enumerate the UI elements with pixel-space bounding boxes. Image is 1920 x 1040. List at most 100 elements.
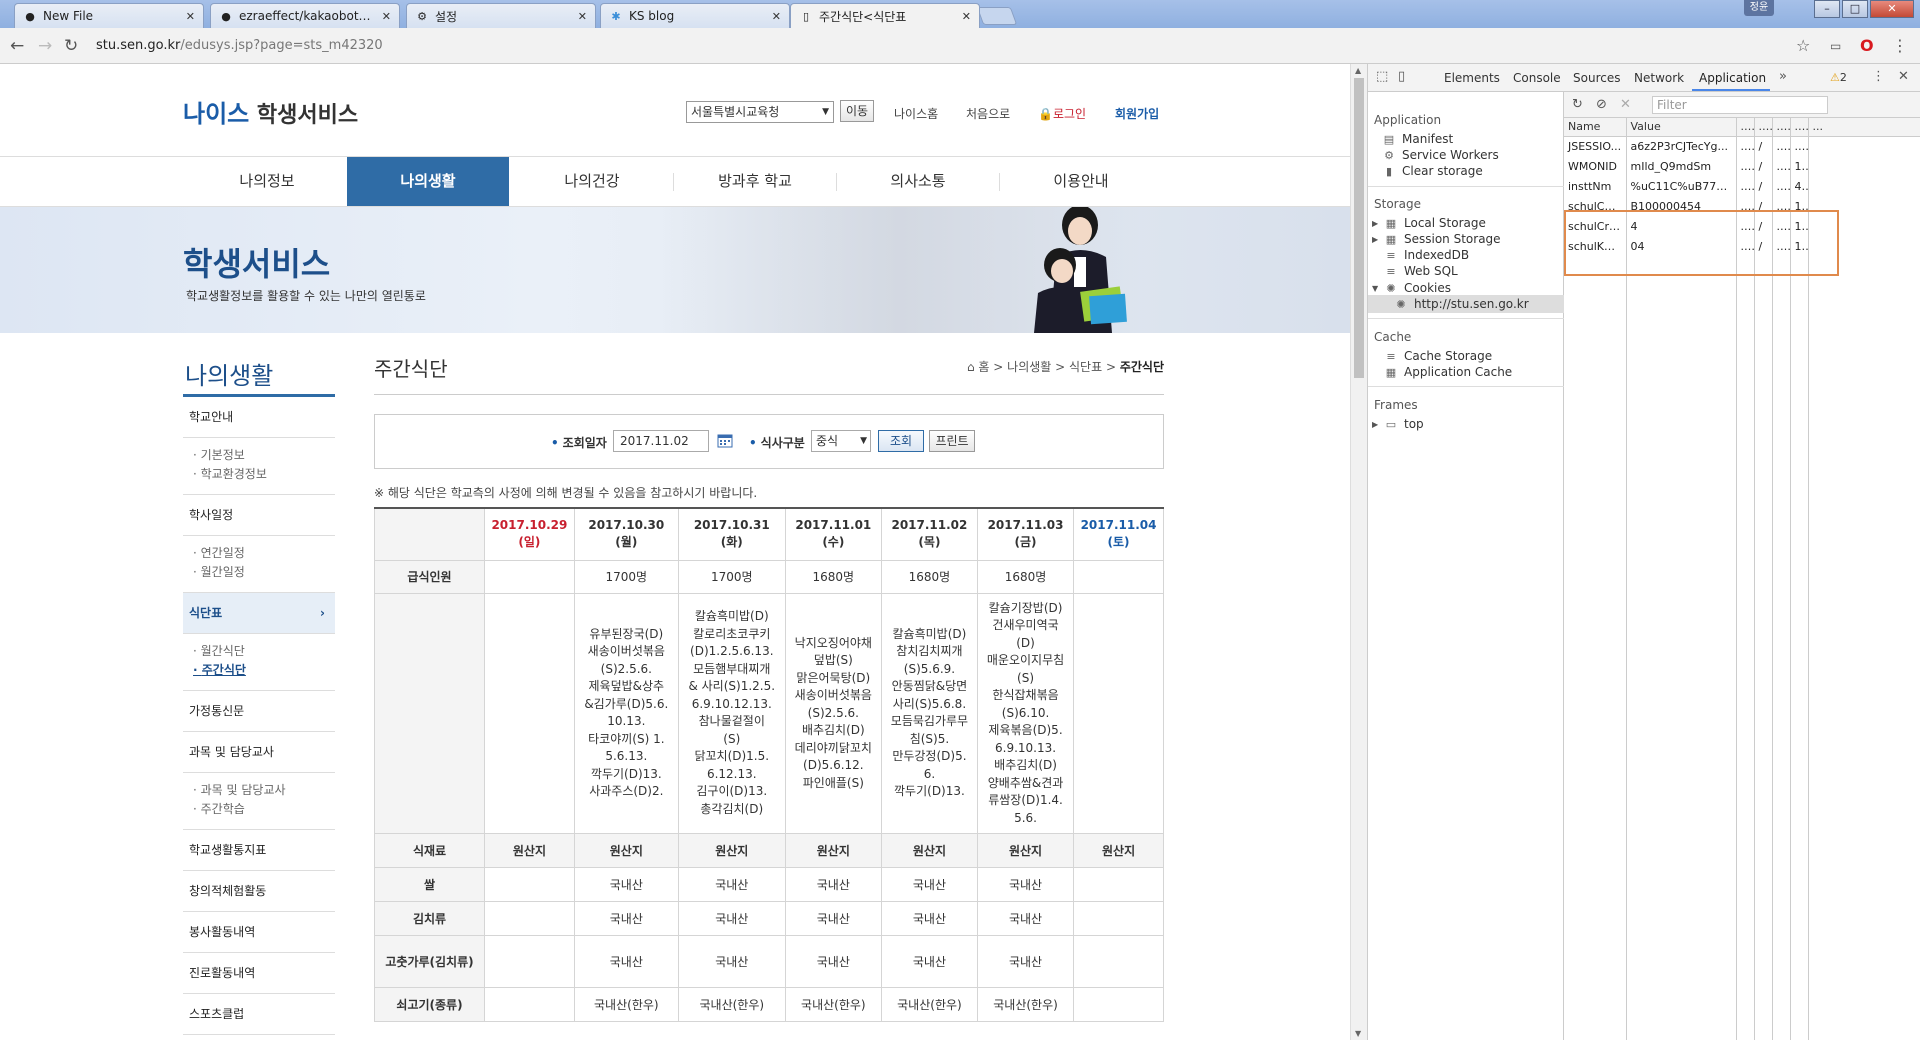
table-row[interactable]: WMONID mIld_Q9mdSm... /... 17 <box>1564 156 1920 176</box>
column-divider[interactable] <box>1626 118 1627 1040</box>
minimize-icon[interactable]: – <box>1814 0 1840 18</box>
lnb-creative-activity[interactable]: 창의적체험활동 <box>183 871 335 912</box>
forward-icon[interactable]: → <box>38 37 52 55</box>
column-header[interactable]: ... <box>1754 118 1773 137</box>
expand-arrow-icon[interactable]: ▶ <box>1372 420 1382 429</box>
more-tabs-icon[interactable]: » <box>1779 69 1787 84</box>
lnb-meal-menu[interactable]: 식단표 › <box>183 593 335 634</box>
tab-application[interactable]: Application <box>1699 71 1766 85</box>
lnb-sub-item[interactable]: · 주간학습 <box>193 800 335 819</box>
close-devtools-icon[interactable]: ✕ <box>1898 69 1909 84</box>
devtools-menu-icon[interactable]: ⋮ <box>1872 69 1885 84</box>
scroll-up-icon[interactable]: ▲ <box>1355 66 1361 75</box>
meal-type-select[interactable]: 중식 ▼ <box>811 430 871 452</box>
tab-elements[interactable]: Elements <box>1444 71 1500 85</box>
sidebar-item-clear-storage[interactable]: ▮ Clear storage <box>1382 164 1483 178</box>
table-row[interactable]: insttNm %uC11C%uB77C...... /... 49 <box>1564 176 1920 196</box>
sidebar-item-cache-storage[interactable]: ≡ Cache Storage <box>1384 349 1492 363</box>
column-header-name[interactable]: Name <box>1564 118 1627 137</box>
inspect-icon[interactable]: ⬚ <box>1376 69 1388 84</box>
first-page-link[interactable]: 처음으로 <box>966 105 1010 122</box>
close-icon[interactable]: ✕ <box>962 10 971 23</box>
table-row[interactable]: JSESSIO... a6z2P3rCJTecYg...... /...... <box>1564 136 1920 156</box>
menu-icon[interactable]: ⋮ <box>1892 36 1908 55</box>
lnb-subjects[interactable]: 과목 및 담당교사 <box>183 732 335 773</box>
new-tab-button[interactable] <box>976 7 1018 25</box>
sidebar-item-cookies[interactable]: ▼ ✺ Cookies <box>1372 281 1451 295</box>
column-divider[interactable] <box>1736 118 1737 1040</box>
browser-tab[interactable]: ⚙ 설정 ✕ <box>406 3 596 28</box>
column-divider[interactable] <box>1754 118 1755 1040</box>
sidebar-item-websql[interactable]: ≡ Web SQL <box>1384 264 1457 278</box>
sidebar-item-cookie-origin[interactable]: ✺ http://stu.sen.go.kr <box>1394 297 1528 311</box>
delete-selected-icon[interactable]: ✕ <box>1620 97 1631 112</box>
page-scrollbar[interactable]: ▲ ▼ <box>1350 64 1367 1040</box>
reload-icon[interactable]: ↻ <box>64 37 78 55</box>
lnb-sub-item[interactable]: · 과목 및 담당교사 <box>193 781 335 800</box>
warning-badge[interactable]: ⚠2 <box>1830 71 1847 84</box>
lnb-sub-item[interactable]: · 기본정보 <box>193 446 335 465</box>
gnb-my-health[interactable]: 나의건강 <box>511 157 673 206</box>
profile-badge[interactable]: 정윤 <box>1744 0 1774 16</box>
sidebar-item-service-workers[interactable]: ⚙ Service Workers <box>1382 148 1499 162</box>
neis-home-link[interactable]: 나이스홈 <box>894 105 938 122</box>
browser-tab-active[interactable]: ▯ 주간식단<식단표 ✕ <box>790 3 980 28</box>
scrollbar-thumb[interactable] <box>1354 78 1364 378</box>
lnb-sub-item[interactable]: · 연간일정 <box>193 544 335 563</box>
lnb-sub-item[interactable]: · 학교환경정보 <box>193 465 335 484</box>
breadcrumb-item[interactable]: 나의생활 <box>1007 360 1051 374</box>
table-row[interactable]: schulKnd... 04... /... 16 <box>1564 236 1920 256</box>
gnb-communication[interactable]: 의사소통 <box>837 157 999 206</box>
calendar-icon[interactable] <box>717 432 733 448</box>
edu-office-select[interactable]: 서울특별시교육청 ▼ <box>686 101 834 123</box>
clear-all-icon[interactable]: ⊘ <box>1596 97 1607 112</box>
table-row[interactable]: schulCode B100000454... /... 19 <box>1564 196 1920 216</box>
address-bar[interactable]: stu.sen.go.kr/edusys.jsp?page=sts_m42320 <box>96 38 383 53</box>
opera-icon[interactable]: O <box>1860 36 1874 55</box>
tab-console[interactable]: Console <box>1513 71 1561 85</box>
gnb-my-info[interactable]: 나의정보 <box>186 157 348 206</box>
lnb-sports-club[interactable]: 스포츠클럽 <box>183 994 335 1035</box>
gnb-after-school[interactable]: 방과후 학교 <box>674 157 836 206</box>
lnb-sub-item-active[interactable]: · 주간식단 <box>193 661 335 680</box>
column-header[interactable]: ... <box>1736 118 1755 137</box>
gnb-guide[interactable]: 이용안내 <box>1000 157 1162 206</box>
filter-input[interactable]: Filter <box>1652 96 1828 114</box>
search-button[interactable]: 조회 <box>878 430 924 452</box>
lnb-sub-item[interactable]: · 월간식단 <box>193 642 335 661</box>
move-button[interactable]: 이동 <box>840 100 874 122</box>
device-toggle-icon[interactable]: ▯ <box>1398 69 1405 84</box>
sidebar-item-frame-top[interactable]: ▶ ▭ top <box>1372 417 1424 431</box>
column-divider[interactable] <box>1772 118 1773 1040</box>
close-icon[interactable]: ✕ <box>382 10 391 23</box>
collapse-arrow-icon[interactable]: ▼ <box>1372 284 1382 293</box>
breadcrumb-item[interactable]: 홈 <box>978 360 989 374</box>
lnb-schedule[interactable]: 학사일정 <box>183 495 335 536</box>
lnb-school-info[interactable]: 학교안내 <box>183 397 335 438</box>
column-header[interactable]: ... <box>1790 118 1809 137</box>
expand-arrow-icon[interactable]: ▶ <box>1372 235 1382 244</box>
breadcrumb-item[interactable]: 식단표 <box>1069 360 1102 374</box>
login-link[interactable]: 🔒로그인 <box>1038 105 1086 122</box>
cast-icon[interactable]: ▭ <box>1830 39 1841 53</box>
lnb-report-card[interactable]: 학교생활통지표 <box>183 830 335 871</box>
column-header-value[interactable]: Value <box>1626 118 1737 137</box>
column-divider[interactable] <box>1808 118 1809 1040</box>
column-divider[interactable] <box>1790 118 1791 1040</box>
maximize-icon[interactable]: □ <box>1842 0 1868 18</box>
sidebar-item-application-cache[interactable]: ▦ Application Cache <box>1384 365 1512 379</box>
gnb-my-life[interactable]: 나의생활 <box>347 157 509 206</box>
print-button[interactable]: 프린트 <box>929 430 975 452</box>
browser-tab[interactable]: ● New File ✕ <box>14 3 204 28</box>
sidebar-item-indexeddb[interactable]: ≡ IndexedDB <box>1384 248 1469 262</box>
sidebar-item-session-storage[interactable]: ▶ ▦ Session Storage <box>1372 232 1501 246</box>
refresh-icon[interactable]: ↻ <box>1572 97 1583 112</box>
close-window-icon[interactable]: ✕ <box>1870 0 1914 18</box>
sidebar-item-local-storage[interactable]: ▶ ▦ Local Storage <box>1372 216 1486 230</box>
browser-tab[interactable]: ● ezraeffect/kakaobot_hyd ✕ <box>210 3 400 28</box>
close-icon[interactable]: ✕ <box>578 10 587 23</box>
column-header[interactable]: ... <box>1808 118 1920 137</box>
tab-network[interactable]: Network <box>1634 71 1684 85</box>
table-row[interactable]: schulCrs... 4... /... 16 <box>1564 216 1920 236</box>
lnb-sub-item[interactable]: · 월간일정 <box>193 563 335 582</box>
